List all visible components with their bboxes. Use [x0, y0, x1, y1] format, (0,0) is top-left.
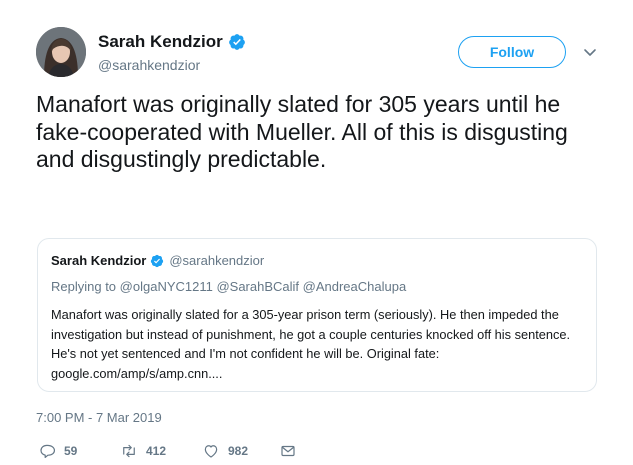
replying-to: Replying to @olgaNYC1211 @SarahBCalif @A… [51, 279, 406, 294]
replying-to-mentions[interactable]: @olgaNYC1211 @SarahBCalif @AndreaChalupa [120, 279, 407, 294]
retweet-count: 412 [146, 444, 167, 458]
quoted-author-name: Sarah Kendzior [51, 253, 147, 268]
tweet-actions: 59 412 982 [36, 442, 336, 462]
author-handle[interactable]: @sarahkendzior [98, 57, 200, 73]
tweet-timestamp[interactable]: 7:00 PM - 7 Mar 2019 [36, 410, 162, 425]
tweet-header: Sarah Kendzior @sarahkendzior Follow [36, 27, 606, 79]
chevron-down-icon[interactable] [581, 43, 599, 61]
quoted-tweet[interactable]: Sarah Kendzior @sarahkendzior Replying t… [37, 238, 597, 392]
reply-icon [40, 444, 56, 459]
verified-badge-icon [228, 34, 245, 50]
retweet-button[interactable]: 412 [120, 442, 166, 460]
direct-message-icon [281, 445, 295, 457]
author-name-row[interactable]: Sarah Kendzior [98, 32, 246, 52]
reply-button[interactable]: 59 [38, 442, 77, 460]
follow-button[interactable]: Follow [458, 36, 566, 68]
avatar[interactable] [36, 27, 86, 77]
replying-to-prefix: Replying to [51, 279, 117, 294]
author-name[interactable]: Sarah Kendzior [98, 32, 223, 52]
verified-badge-icon [151, 254, 164, 267]
quoted-author-row: Sarah Kendzior @sarahkendzior [51, 253, 264, 268]
direct-message-button[interactable] [279, 442, 297, 460]
reply-count: 59 [64, 444, 78, 458]
tweet-text: Manafort was originally slated for 305 y… [36, 91, 568, 172]
like-count: 982 [228, 444, 249, 458]
quoted-tweet-text: Manafort was originally slated for a 305… [51, 307, 571, 381]
like-icon [204, 445, 218, 458]
retweet-icon [123, 444, 135, 458]
quoted-author-handle: @sarahkendzior [169, 253, 265, 268]
like-button[interactable]: 982 [202, 442, 248, 460]
